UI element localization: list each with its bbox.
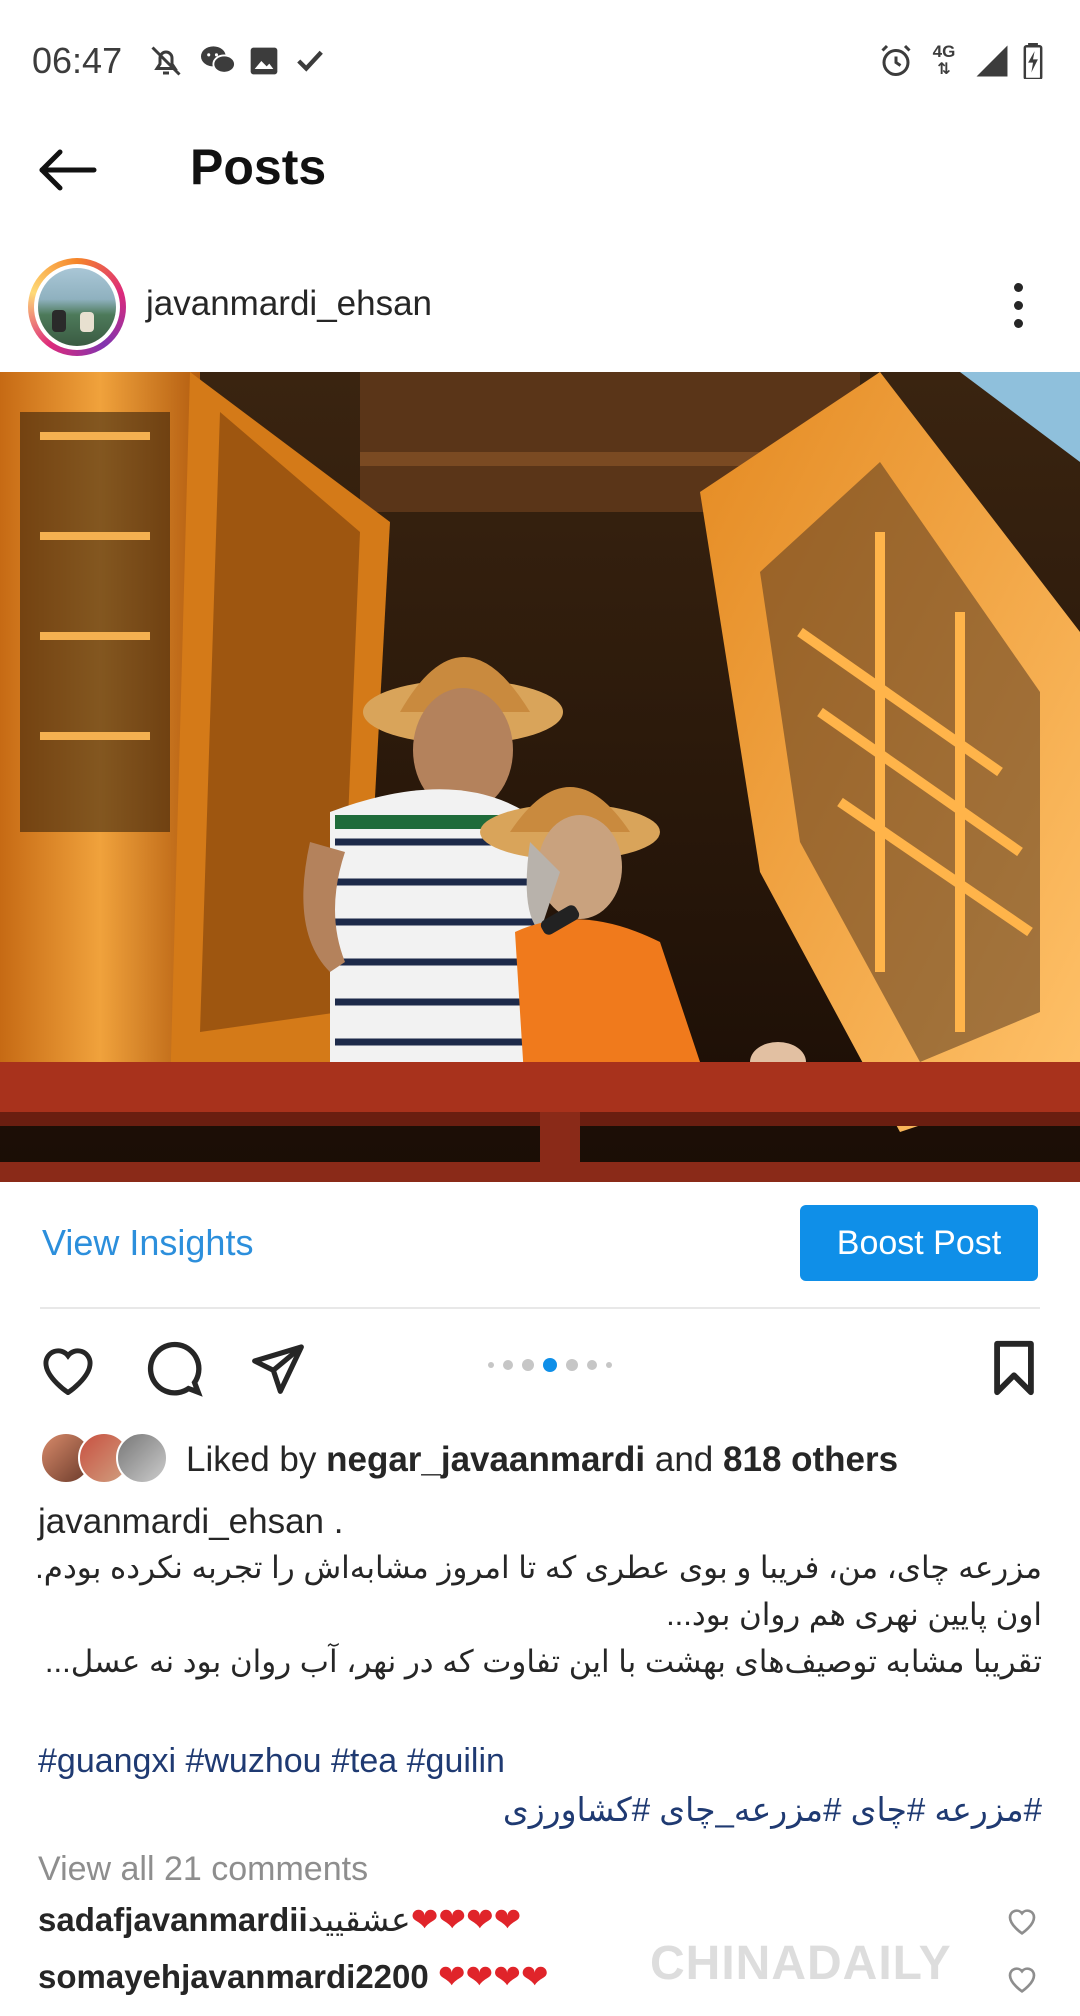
share-button[interactable] — [244, 1338, 312, 1398]
carousel-dot-active — [543, 1358, 557, 1372]
avatar[interactable] — [28, 258, 126, 356]
comment-icon — [147, 1341, 203, 1397]
carousel-dot — [522, 1359, 534, 1371]
notifications-off-icon — [146, 38, 186, 84]
signal-icon — [970, 38, 1014, 84]
view-insights-link[interactable]: View Insights — [42, 1222, 253, 1264]
comment-username[interactable]: somayehjavanmardi2200 — [38, 1958, 429, 1995]
divider — [40, 1307, 1040, 1309]
carousel-dot — [488, 1362, 494, 1368]
boost-post-button[interactable]: Boost Post — [800, 1205, 1038, 1281]
hashtags[interactable]: #guangxi #wuzhou #tea #guilin — [38, 1742, 505, 1781]
post-username[interactable]: javanmardi_ehsan — [146, 284, 432, 324]
caption-line: مزرعه چای، من، فریبا و بوی عطری که تا ام… — [35, 1550, 1042, 1585]
page-title: Posts — [190, 139, 327, 195]
likes-prefix: Liked by — [186, 1440, 327, 1479]
heart-icon — [1008, 1967, 1036, 1993]
alarm-icon — [876, 38, 916, 84]
send-icon — [252, 1344, 304, 1394]
like-button[interactable] — [34, 1338, 102, 1398]
likes-summary[interactable]: Liked by negar_javaanmardi and 818 other… — [186, 1440, 898, 1480]
bookmark-icon — [994, 1340, 1034, 1396]
status-bar: 06:47 4G ⇅ — [0, 0, 1080, 120]
status-time: 06:47 — [32, 40, 123, 81]
comment-hearts: ❤❤❤❤ — [437, 1958, 549, 1995]
caption-username[interactable]: javanmardi_ehsan . — [38, 1502, 343, 1542]
heart-icon — [43, 1348, 93, 1395]
comment-hearts: ❤❤❤❤ — [410, 1901, 522, 1938]
avatar — [116, 1432, 168, 1484]
arrow-left-icon — [39, 149, 97, 191]
carousel-dot — [587, 1360, 597, 1370]
network-4g-icon: 4G ⇅ — [932, 42, 956, 79]
caption-line: اون پایین نهری هم روان بود... — [666, 1597, 1042, 1632]
caption-line: تقریبا مشابه توصیف‌های بهشت با این تفاوت… — [44, 1644, 1042, 1679]
gallery-icon — [244, 38, 284, 84]
comment-row: sadafjavanmardiiعشقیید❤❤❤❤ — [38, 1900, 521, 1939]
comment-like-button[interactable] — [1004, 1962, 1040, 1994]
comment-like-button[interactable] — [1004, 1904, 1040, 1936]
comment-row: somayehjavanmardi2200 ❤❤❤❤ — [38, 1957, 549, 1996]
comment-text: عشقیید — [307, 1901, 411, 1938]
liked-by-user[interactable]: negar_javaanmardi — [326, 1440, 645, 1479]
post-photo[interactable] — [0, 372, 1080, 1182]
check-icon — [290, 38, 330, 84]
carousel-dots — [488, 1358, 612, 1372]
wechat-icon — [196, 38, 240, 84]
likes-middle: and — [645, 1440, 724, 1479]
carousel-dot — [566, 1359, 578, 1371]
more-vertical-icon[interactable] — [1000, 270, 1036, 340]
battery-charging-icon — [1018, 38, 1048, 84]
save-button[interactable] — [980, 1338, 1048, 1398]
liked-by-avatars[interactable] — [40, 1432, 170, 1484]
carousel-dot — [606, 1362, 612, 1368]
comment-username[interactable]: sadafjavanmardii — [38, 1901, 308, 1938]
watermark: CHINADAILY — [650, 1937, 952, 1990]
hashtags-fa[interactable]: #مزرعه #چای #مزرعه_چای #کشاورزی — [503, 1790, 1042, 1829]
back-button[interactable] — [36, 135, 116, 205]
network-label: 4G — [932, 42, 956, 61]
likes-others[interactable]: 818 others — [723, 1440, 898, 1479]
heart-icon — [1008, 1909, 1036, 1935]
carousel-dot — [503, 1360, 513, 1370]
view-all-comments-link[interactable]: View all 21 comments — [38, 1850, 368, 1889]
comment-button[interactable] — [140, 1338, 208, 1398]
